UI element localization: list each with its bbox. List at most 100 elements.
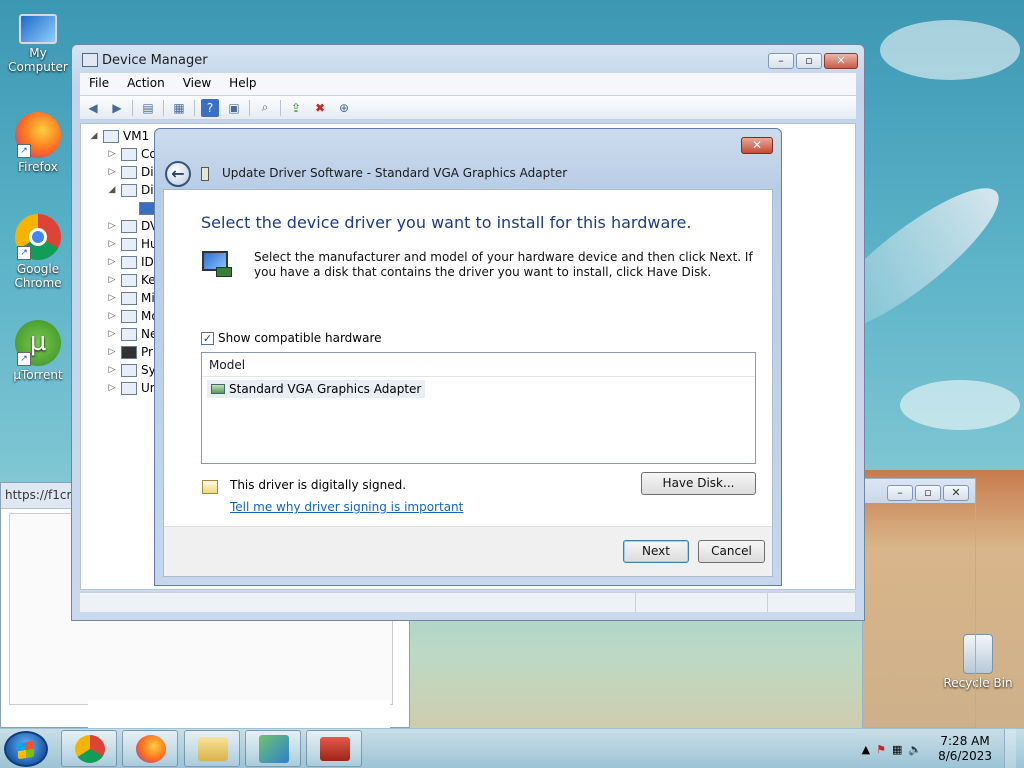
- model-name: Standard VGA Graphics Adapter: [229, 382, 422, 396]
- maximize-button[interactable]: ▫: [915, 485, 941, 501]
- desktop-icon-utorrent[interactable]: µ ↗ µTorrent: [0, 320, 76, 382]
- expand-icon[interactable]: ▷: [107, 347, 117, 357]
- tree-item[interactable]: ▷ Mo: [107, 308, 159, 324]
- dialog-close-button[interactable]: ✕: [741, 137, 773, 154]
- close-button[interactable]: ✕: [943, 485, 969, 501]
- tree-item[interactable]: ▷ Di: [107, 164, 154, 180]
- expand-icon[interactable]: ▷: [107, 275, 117, 285]
- have-disk-button[interactable]: Have Disk...: [641, 472, 756, 495]
- menu-bar: File Action View Help: [80, 73, 856, 95]
- close-button[interactable]: ✕: [824, 53, 858, 69]
- show-hide-tree-icon[interactable]: ▤: [139, 99, 157, 117]
- properties-icon[interactable]: ▦: [170, 99, 188, 117]
- tree-root[interactable]: ◢ VM1: [89, 128, 150, 144]
- taskbar-chrome[interactable]: [61, 730, 117, 767]
- hid-icon: [121, 237, 137, 251]
- uninstall-icon[interactable]: ✖: [311, 99, 329, 117]
- collapse-icon[interactable]: ◢: [107, 185, 117, 195]
- status-pane: [636, 593, 768, 612]
- tree-item[interactable]: ▷ Ur: [107, 380, 155, 396]
- desktop-icon-my-computer[interactable]: My Computer: [0, 8, 76, 74]
- dialog-heading: Select the device driver you want to ins…: [201, 213, 692, 232]
- expand-icon[interactable]: ▷: [107, 293, 117, 303]
- show-hidden-icons[interactable]: ▲: [862, 743, 870, 756]
- next-button[interactable]: Next: [623, 540, 689, 563]
- signed-status-text: This driver is digitally signed.: [230, 478, 407, 492]
- toolbar-separator: [194, 99, 195, 116]
- shortcut-arrow-icon: ↗: [17, 246, 31, 260]
- back-button[interactable]: ←: [165, 161, 191, 187]
- start-button[interactable]: [4, 731, 48, 767]
- tree-item[interactable]: ▷ Co: [107, 146, 157, 162]
- model-list[interactable]: Model Standard VGA Graphics Adapter: [201, 352, 756, 464]
- tree-item[interactable]: ▷ ID: [107, 254, 154, 270]
- model-list-item[interactable]: Standard VGA Graphics Adapter: [207, 380, 426, 398]
- help-icon[interactable]: ?: [201, 98, 219, 117]
- menu-file[interactable]: File: [80, 73, 118, 95]
- tree-item[interactable]: ▷ Ke: [107, 272, 156, 288]
- expand-icon[interactable]: ▷: [107, 365, 117, 375]
- cancel-button[interactable]: Cancel: [698, 540, 765, 563]
- update-driver-icon[interactable]: ⇪: [287, 99, 305, 117]
- back-arrow-icon[interactable]: ◀: [84, 99, 102, 117]
- enable-device-icon[interactable]: ⊕: [335, 99, 353, 117]
- desktop-icon-firefox[interactable]: ↗ Firefox: [0, 112, 76, 174]
- tree-item[interactable]: ▷ Pr: [107, 344, 153, 360]
- show-desktop-button[interactable]: [1004, 729, 1016, 768]
- expand-icon[interactable]: ▷: [107, 311, 117, 321]
- expand-icon[interactable]: ▷: [107, 257, 117, 267]
- computer-icon: [19, 14, 57, 44]
- taskbar-firefox[interactable]: [122, 730, 178, 767]
- update-driver-dialog[interactable]: ✕ ← Update Driver Software - Standard VG…: [154, 128, 782, 586]
- dialog-body: Select the device driver you want to ins…: [163, 189, 773, 577]
- background-window-right[interactable]: – ▫ ✕: [862, 478, 976, 728]
- menu-help[interactable]: Help: [220, 73, 265, 95]
- system-icon: [121, 363, 137, 377]
- show-compatible-row[interactable]: ✓ Show compatible hardware: [201, 331, 382, 345]
- forward-arrow-icon[interactable]: ▶: [108, 99, 126, 117]
- view-icon[interactable]: ▣: [225, 99, 243, 117]
- taskbar-device-manager[interactable]: [306, 730, 362, 767]
- scan-hardware-icon[interactable]: ⌕: [256, 99, 274, 117]
- show-compatible-checkbox[interactable]: ✓: [201, 331, 214, 345]
- tree-item[interactable]: ▷ Sy: [107, 362, 156, 378]
- tree-item[interactable]: ▷ DV: [107, 218, 159, 234]
- expand-icon[interactable]: ▷: [107, 383, 117, 393]
- expand-icon[interactable]: ▷: [107, 149, 117, 159]
- tree-item[interactable]: ▷ Mi: [107, 290, 155, 306]
- tree-item[interactable]: ▷ Hu: [107, 236, 158, 252]
- tree-item[interactable]: ◢ Di: [107, 182, 154, 198]
- expand-icon[interactable]: ▷: [107, 221, 117, 231]
- tree-item[interactable]: ▷ Ne: [107, 326, 158, 342]
- network-status-icon[interactable]: ▦: [892, 743, 902, 756]
- menu-action[interactable]: Action: [118, 73, 174, 95]
- maximize-button[interactable]: ▫: [796, 53, 822, 69]
- clock[interactable]: 7:28 AM 8/6/2023: [938, 734, 992, 764]
- keyboard-icon: [121, 273, 137, 287]
- display-icon: [121, 183, 137, 197]
- certificate-icon: [202, 480, 218, 494]
- minimize-button[interactable]: –: [887, 485, 913, 501]
- desktop-icon-chrome[interactable]: ↗ Google Chrome: [0, 214, 76, 290]
- volume-icon[interactable]: 🔈: [908, 743, 922, 756]
- tree-item-label: ID: [141, 255, 154, 269]
- show-compatible-label: Show compatible hardware: [218, 331, 382, 345]
- taskbar-network[interactable]: [245, 730, 301, 767]
- action-center-icon[interactable]: ⚑: [876, 743, 886, 756]
- menu-view[interactable]: View: [174, 73, 220, 95]
- driver-signing-link[interactable]: Tell me why driver signing is important: [230, 500, 463, 514]
- expand-icon[interactable]: ▷: [107, 329, 117, 339]
- tree-item-label: Di: [141, 165, 154, 179]
- minimize-button[interactable]: –: [768, 53, 794, 69]
- expand-icon[interactable]: ▷: [107, 239, 117, 249]
- expand-icon[interactable]: ▷: [107, 167, 117, 177]
- windows-logo-icon: [18, 740, 34, 760]
- tree-item-label: Pr: [141, 345, 153, 359]
- taskbar-explorer[interactable]: [184, 730, 240, 767]
- dvd-icon: [121, 219, 137, 233]
- ide-icon: [121, 255, 137, 269]
- collapse-icon[interactable]: ◢: [89, 131, 99, 141]
- processor-icon: [121, 345, 137, 359]
- toolbar-separator: [163, 99, 164, 116]
- model-column-header[interactable]: Model: [202, 353, 755, 377]
